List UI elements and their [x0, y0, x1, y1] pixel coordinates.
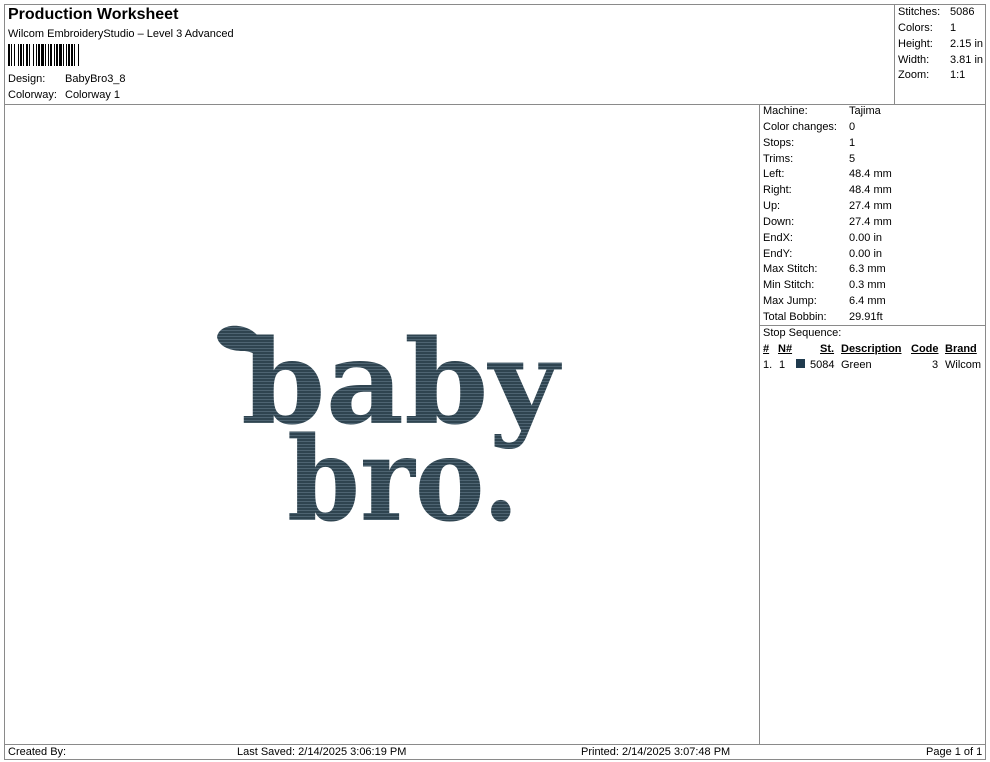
thread-color-swatch: [796, 359, 805, 368]
footer-last-saved: Last Saved: 2/14/2025 3:06:19 PM: [237, 746, 407, 758]
stop-header-num: #: [763, 343, 770, 355]
design-line-bro: bro.: [287, 412, 519, 548]
properties-panel: Machine: Tajima Color changes: 0 Stops: 1 T…: [763, 105, 892, 323]
stop-header-description: Description: [841, 343, 902, 355]
page-title: Production Worksheet: [8, 6, 179, 23]
footer-printed: Printed: 2/14/2025 3:07:48 PM: [581, 746, 731, 758]
stop-header-code: Code: [911, 343, 939, 355]
stop-sequence-title: Stop Sequence:: [763, 327, 842, 339]
stop-row-st: 5084: [810, 359, 835, 371]
colorway-label: Colorway:: [8, 89, 57, 101]
design-label: Design:: [8, 73, 46, 85]
software-name: Wilcom EmbroideryStudio – Level 3 Advanc…: [8, 28, 234, 40]
design-preview: baby bro.: [217, 315, 563, 548]
footer-page-number: Page 1 of 1: [926, 746, 983, 758]
summary-panel: Stitches: 5086 Colors: 1 Height: 2.15 in…: [898, 6, 984, 81]
stop-row-code: 3: [932, 359, 939, 371]
stop-row-num: 1.: [763, 359, 773, 371]
stop-sequence-divider: [759, 325, 986, 326]
stop-header-brand: Brand: [945, 343, 977, 355]
stop-row-description: Green: [841, 359, 872, 371]
stop-header-n: N#: [778, 343, 793, 355]
design-value: BabyBro3_8: [65, 73, 126, 85]
stop-row-n: 1: [779, 359, 786, 371]
stop-row-brand: Wilcom: [945, 359, 982, 371]
properties-divider: [759, 104, 760, 744]
footer-created-by: Created By:: [8, 746, 67, 758]
stop-header-st: St.: [820, 343, 835, 355]
footer-divider: [4, 744, 986, 745]
summary-divider: [894, 4, 895, 104]
colorway-value: Colorway 1: [65, 89, 121, 101]
barcode: [8, 44, 79, 66]
